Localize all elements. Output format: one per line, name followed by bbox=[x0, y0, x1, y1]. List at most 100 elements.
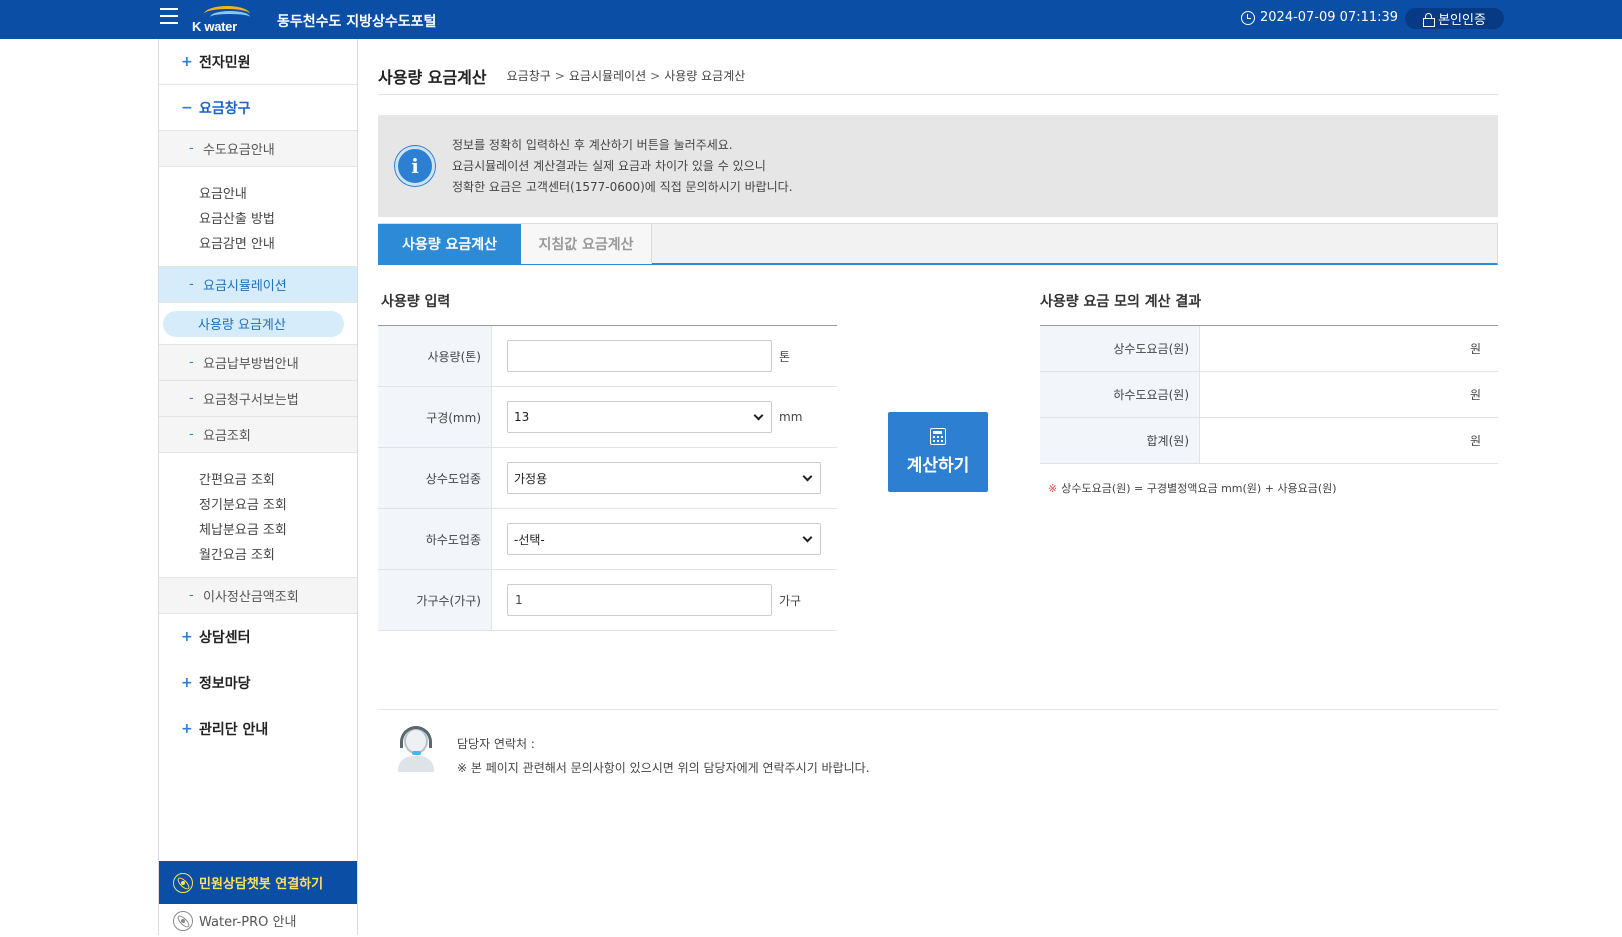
chevron-right-icon: > bbox=[554, 68, 565, 83]
households-row: 가구수(가구) 1 가구 bbox=[378, 570, 837, 631]
sidebar-current-wrap: 사용량 요금계산 bbox=[159, 303, 357, 345]
formula-text: 상수도요금(원) = 구경별정액요금 mm(원) + 사용요금(원) bbox=[1061, 482, 1337, 495]
sidebar-sub-inquiry[interactable]: - 요금조회 bbox=[159, 417, 357, 453]
sidebar-sub-bill[interactable]: - 요금청구서보는법 bbox=[159, 381, 357, 417]
total-fee-label: 합계(원) bbox=[1040, 418, 1200, 463]
result-row: 상수도요금(원) 원 bbox=[1040, 326, 1498, 372]
dash-icon: - bbox=[189, 391, 194, 406]
chatbot-icon bbox=[173, 872, 193, 893]
waterpro-icon bbox=[173, 910, 193, 931]
contact-text: 담당자 연락처 : ※ 본 페이지 관련해서 문의사항이 있으시면 위의 담당자… bbox=[457, 732, 870, 780]
plus-icon: + bbox=[181, 675, 193, 691]
contact-note: ※ 본 페이지 관련해서 문의사항이 있으시면 위의 담당자에게 연락주시기 바… bbox=[457, 761, 870, 775]
sidebar-link-fee-reduction[interactable]: 요금감면 안내 bbox=[199, 230, 357, 255]
result-row: 합계(원) 원 bbox=[1040, 418, 1498, 464]
sewer-type-label: 하수도업종 bbox=[378, 509, 492, 569]
water-fee-label: 상수도요금(원) bbox=[1040, 326, 1200, 371]
diameter-select[interactable]: 13 bbox=[507, 401, 772, 433]
identity-auth-button[interactable]: 본인인증 bbox=[1405, 8, 1504, 29]
waterpro-link[interactable]: Water-PRO 안내 bbox=[159, 904, 357, 937]
water-type-select[interactable]: 가정용 bbox=[507, 462, 821, 494]
water-type-selected: 가정용 bbox=[514, 471, 548, 486]
sidebar-link-regular-inquiry[interactable]: 정기분요금 조회 bbox=[199, 491, 357, 516]
notice-text: 정보를 정확히 입력하신 후 계산하기 버튼을 눌러주세요. 요금시뮬레이션 계… bbox=[452, 137, 793, 194]
breadcrumb-item[interactable]: 요금창구 bbox=[507, 67, 551, 84]
breadcrumb: 요금창구 > 요금시뮬레이션 > 사용량 요금계산 bbox=[507, 67, 746, 84]
sewer-fee-value: 원 bbox=[1469, 388, 1481, 402]
dash-icon: - bbox=[189, 141, 194, 156]
contact-label: 담당자 연락처 : bbox=[457, 737, 535, 751]
page-title: 사용량 요금계산 bbox=[378, 67, 487, 87]
usage-unit: 톤 bbox=[779, 349, 791, 364]
usage-row: 사용량(톤) 톤 bbox=[378, 326, 837, 387]
chevron-down-icon bbox=[753, 410, 764, 420]
dash-icon: - bbox=[189, 588, 194, 603]
inquiry-links: 간편요금 조회 정기분요금 조회 체납분요금 조회 월간요금 조회 bbox=[159, 453, 357, 578]
kwater-logo[interactable]: K water bbox=[190, 6, 254, 34]
dash-icon: - bbox=[189, 355, 194, 370]
sewer-type-selected: -선택- bbox=[514, 532, 545, 547]
plus-icon: + bbox=[181, 53, 193, 70]
sidebar-link-fee-calc-method[interactable]: 요금산출 방법 bbox=[199, 205, 357, 230]
diameter-label: 구경(mm) bbox=[378, 387, 492, 447]
chevron-down-icon bbox=[802, 532, 813, 542]
result-section-title: 사용량 요금 모의 계산 결과 bbox=[1040, 294, 1202, 310]
sidebar-link-monthly-inquiry[interactable]: 월간요금 조회 bbox=[199, 541, 357, 566]
total-fee-value: 원 bbox=[1469, 434, 1481, 448]
dash-icon: - bbox=[189, 427, 194, 442]
sidebar: + 전자민원 − 요금창구 - 수도요금안내 요금안내 요금산출 방법 요금감면… bbox=[158, 39, 358, 935]
households-label: 가구수(가구) bbox=[378, 570, 492, 630]
usage-input[interactable] bbox=[507, 340, 772, 372]
households-input[interactable]: 1 bbox=[507, 584, 772, 616]
sidebar-sub-move-settlement[interactable]: - 이사정산금액조회 bbox=[159, 578, 357, 614]
chevron-right-icon: > bbox=[650, 68, 661, 83]
households-unit: 가구 bbox=[779, 593, 802, 608]
note-mark: ※ bbox=[1048, 482, 1058, 495]
contact-section: 담당자 연락처 : ※ 본 페이지 관련해서 문의사항이 있으시면 위의 담당자… bbox=[378, 709, 1498, 789]
info-icon: i bbox=[395, 146, 435, 186]
datetime-text: 2024-07-09 07:11:39 bbox=[1260, 10, 1399, 25]
sidebar-sub-simulation[interactable]: - 요금시뮬레이션 bbox=[159, 267, 357, 303]
water-type-label: 상수도업종 bbox=[378, 448, 492, 508]
sidebar-link-simple-inquiry[interactable]: 간편요금 조회 bbox=[199, 466, 357, 491]
sidebar-link-arrears-inquiry[interactable]: 체납분요금 조회 bbox=[199, 516, 357, 541]
sidebar-link-fee-info[interactable]: 요금안내 bbox=[199, 180, 357, 205]
tab-usage-calc[interactable]: 사용량 요금계산 bbox=[378, 224, 521, 264]
calc-area: 사용량 입력 사용량(톤) 톤 구경(mm) 13 mm 상수도업종 가정용 하… bbox=[378, 265, 1498, 705]
calc-tabs: 사용량 요금계산 지침값 요금계산 bbox=[378, 223, 1498, 265]
sewer-type-select[interactable]: -선택- bbox=[507, 523, 821, 555]
diameter-unit: mm bbox=[779, 410, 803, 424]
breadcrumb-item[interactable]: 사용량 요금계산 bbox=[664, 67, 745, 84]
notice-box: i 정보를 정확히 입력하신 후 계산하기 버튼을 눌러주세요. 요금시뮬레이션… bbox=[378, 115, 1498, 217]
dash-icon: - bbox=[189, 277, 194, 292]
plus-icon: + bbox=[181, 721, 193, 737]
sidebar-link-usage-calc[interactable]: 사용량 요금계산 bbox=[163, 310, 344, 337]
sidebar-item-info[interactable]: + 정보마당 bbox=[159, 660, 357, 706]
chevron-down-icon bbox=[802, 471, 813, 481]
clock-icon bbox=[1241, 10, 1255, 25]
fee-formula-note: ※ 상수도요금(원) = 구경별정액요금 mm(원) + 사용요금(원) bbox=[1048, 480, 1337, 496]
tab-meter-calc[interactable]: 지침값 요금계산 bbox=[521, 224, 652, 264]
lock-icon bbox=[1423, 12, 1436, 27]
auth-label: 본인인증 bbox=[1438, 13, 1486, 28]
calculate-button[interactable]: 계산하기 bbox=[888, 412, 988, 492]
water-fee-links: 요금안내 요금산출 방법 요금감면 안내 bbox=[159, 167, 357, 267]
current-datetime: 2024-07-09 07:11:39 bbox=[1241, 10, 1398, 25]
sidebar-sub-water-fee[interactable]: - 수도요금안내 bbox=[159, 131, 357, 167]
water-type-row: 상수도업종 가정용 bbox=[378, 448, 837, 509]
usage-input-table: 사용량(톤) 톤 구경(mm) 13 mm 상수도업종 가정용 하수도업종 -선… bbox=[378, 325, 837, 631]
sidebar-item-management[interactable]: + 관리단 안내 bbox=[159, 706, 357, 752]
sidebar-sub-payment[interactable]: - 요금납부방법안내 bbox=[159, 345, 357, 381]
sidebar-item-fee-window[interactable]: − 요금창구 bbox=[159, 85, 357, 131]
diameter-selected: 13 bbox=[514, 410, 530, 424]
diameter-row: 구경(mm) 13 mm bbox=[378, 387, 837, 448]
sidebar-item-consult[interactable]: + 상담센터 bbox=[159, 614, 357, 660]
breadcrumb-item[interactable]: 요금시뮬레이션 bbox=[569, 67, 646, 84]
hamburger-menu-icon[interactable] bbox=[160, 8, 178, 26]
main-content: 사용량 요금계산 요금창구 > 요금시뮬레이션 > 사용량 요금계산 i 정보를… bbox=[378, 39, 1498, 705]
water-fee-value: 원 bbox=[1469, 342, 1481, 356]
sidebar-item-e-civil[interactable]: + 전자민원 bbox=[159, 39, 357, 85]
site-title[interactable]: 동두천수도 지방상수도포털 bbox=[277, 11, 436, 31]
usage-label: 사용량(톤) bbox=[378, 326, 492, 386]
chatbot-connect-button[interactable]: 민원상담챗봇 연결하기 bbox=[159, 861, 357, 904]
